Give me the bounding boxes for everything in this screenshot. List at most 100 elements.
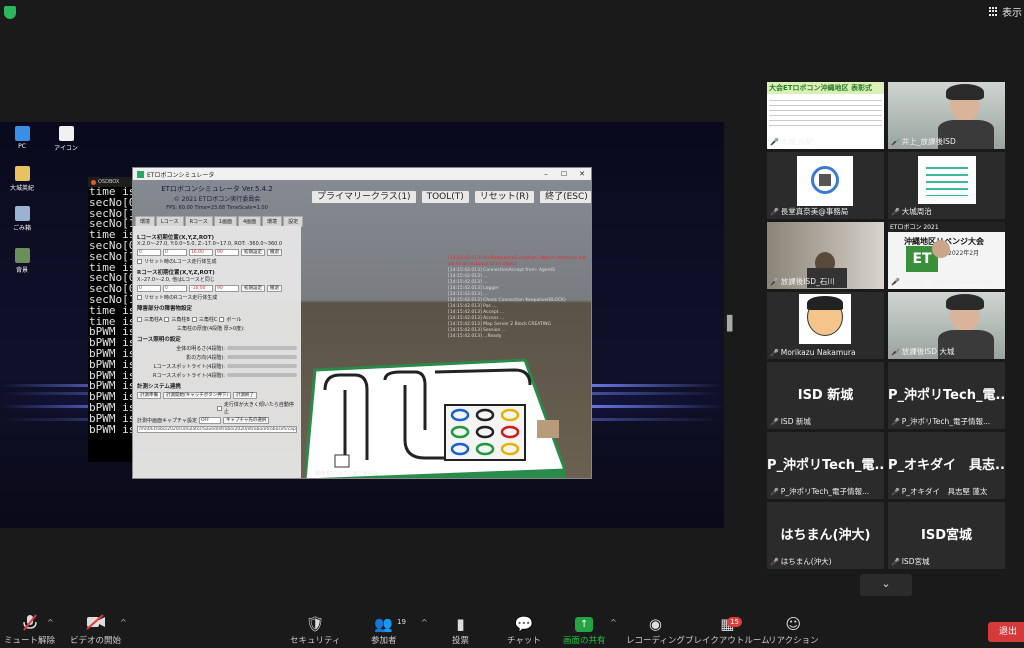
resize-handle-icon[interactable]: ▌ — [727, 316, 738, 332]
tool-button[interactable]: TOOL(T) — [420, 190, 470, 204]
breakout-count-badge: 15 — [727, 617, 742, 627]
measure-start-button[interactable]: 計測開始(キャッチボタン押下) — [163, 392, 232, 399]
participant-display-name: P_オキダイ 具志... — [888, 458, 1005, 473]
participant-name-tag: 🎤̸ はちまん(沖大) — [770, 556, 881, 567]
l-y-field[interactable]: 0 — [163, 249, 187, 256]
image-icon — [14, 248, 30, 263]
brightness-label: 全体の明るさ(4段階): — [176, 346, 225, 352]
audio-options-caret-icon[interactable]: ^ — [47, 618, 54, 627]
minimize-icon[interactable]: – — [537, 168, 555, 180]
top-bar: 表示 — [0, 0, 1024, 26]
participant-tile[interactable]: P_沖ポリTech_電... 🎤̸ P_沖ポリTech_電子情報... — [888, 362, 1005, 429]
desktop-icon-label: ごみ箱 — [12, 225, 31, 232]
l-z-field[interactable]: 16.00 — [189, 249, 213, 256]
security-button[interactable]: 🛡 セキュリティ — [290, 614, 341, 646]
r-z-field[interactable]: -16.00 — [189, 285, 213, 292]
l-x-field[interactable]: 0 — [137, 249, 161, 256]
participant-name: 井上_放課後ISD — [901, 137, 956, 146]
participant-tile[interactable]: P_沖ポリTech_電... 🎤̸ P_沖ポリTech_電子情報... — [767, 432, 884, 499]
l-initial-button[interactable]: 初期設定 — [241, 249, 265, 256]
participant-tile[interactable]: 🎤̸ 放課後ISD 大城 — [888, 292, 1005, 359]
record-button[interactable]: ◉ レコーディング — [626, 614, 685, 646]
meeting-toolbar: ミュート解除 ^ ビデオの開始 ^ 🛡 セキュリティ 👥 参加者 19 ^ ▮ … — [0, 612, 1024, 648]
participant-tile[interactable]: P_オキダイ 具志... 🎤̸ P_オキダイ 具志堅 蓮太 — [888, 432, 1005, 499]
auto-stop-checkbox[interactable]: 走行体が大きく傾いたら自動停止 — [137, 401, 297, 415]
exit-button[interactable]: 終了(ESC) — [539, 190, 591, 204]
obstacle-b-checkbox[interactable]: 三角柱B — [164, 316, 190, 323]
view-button[interactable]: 表示 — [989, 4, 1022, 19]
simulator-fps: FPS: 60.00 Time=23.68 TimeScale=1.00 — [166, 205, 268, 211]
share-arrow-icon: ↑ — [575, 617, 594, 632]
simulator-3d-view[interactable]: ETロボコンシミュレータ Ver.5.4.2 © 2021 ETロボコン実行委員… — [133, 180, 591, 478]
lighting-section-title: コース照明の設定 — [137, 337, 181, 343]
measure-prepare-button[interactable]: 計測準備 — [137, 392, 161, 399]
simulator-window[interactable]: ETロボコンシミュレータ – ☐ ✕ ETロボコンシミュレータ Ver.5.4.… — [132, 167, 592, 479]
participant-tile[interactable]: はちまん(沖大) 🎤̸ はちまん(沖大) — [767, 502, 884, 569]
participants-button[interactable]: 👥 参加者 — [371, 614, 397, 646]
chat-button[interactable]: 💬 チャット — [507, 614, 541, 646]
measure-end-button[interactable]: 計測終了 — [233, 392, 258, 399]
l-remove-button[interactable]: 撤退 — [267, 249, 282, 256]
terminal-app-icon — [91, 179, 96, 185]
security-shield-icon[interactable] — [4, 6, 16, 19]
participant-name-tag: 🎤 Morikazu Nakamura — [770, 348, 881, 357]
share-caret-icon[interactable]: ^ — [610, 618, 617, 627]
polls-button[interactable]: ▮ 投票 — [452, 614, 469, 646]
gallery-expand-button[interactable]: ⌄ — [860, 574, 912, 596]
shadow-slider[interactable] — [227, 355, 297, 359]
record-icon: ◉ — [648, 615, 662, 633]
capture-label: 計測中画面キャプチャ設定 — [137, 418, 197, 424]
capture-mode-select[interactable]: OFF — [198, 417, 221, 424]
participant-avatar — [799, 294, 851, 344]
desktop-icon-recycle[interactable]: ごみ箱 — [4, 206, 40, 232]
reactions-button[interactable]: ☺ リアクション — [768, 614, 819, 646]
start-video-button[interactable]: ビデオの開始 — [70, 614, 121, 646]
record-label: レコーディング — [626, 636, 685, 646]
desktop-icon-pc[interactable]: PC — [4, 126, 40, 150]
desktop-icon-user[interactable]: 大城英紀 — [4, 166, 40, 192]
desktop-icon-folder[interactable]: アイコン — [48, 126, 84, 152]
participant-tile[interactable]: 🎤̸ 長堂真奈美@事務局 — [767, 152, 884, 219]
r-rot-field[interactable]: 90 — [215, 285, 239, 292]
primary-class-button[interactable]: プライマリークラス(1) — [311, 190, 417, 204]
desktop-icon-wallpaper[interactable]: 背景 — [4, 248, 40, 274]
maximize-icon[interactable]: ☐ — [555, 168, 573, 180]
r-x-field[interactable]: 0 — [137, 285, 161, 292]
capture-folder-button[interactable]: キャプチャ先の選択 — [222, 417, 270, 424]
bar-chart-icon: ▮ — [456, 615, 465, 633]
obstacle-c-checkbox[interactable]: 三角柱C — [191, 316, 217, 323]
participant-tile[interactable]: 🎤̸ 大城周治 — [888, 152, 1005, 219]
capture-path-field[interactable]: /mnt/Etrobo/2020/simulator/Saved/etrobo/… — [137, 426, 297, 433]
shield-icon: 🛡 — [305, 615, 325, 633]
participant-tile[interactable]: 🎤 井上_放課後ISD — [888, 82, 1005, 149]
microphone-icon: 🎤 — [770, 277, 779, 286]
close-icon[interactable]: ✕ — [573, 168, 591, 180]
l-spotlight-slider[interactable] — [227, 364, 297, 368]
participant-tile[interactable]: 🎤 Morikazu Nakamura — [767, 292, 884, 359]
obstacle-section-title: 障害部分の障害物設定 — [137, 306, 193, 312]
r-course-fields: 0 0 -16.00 90 初期設定 撤退 — [137, 285, 297, 292]
ball-checkbox[interactable]: ボール — [219, 316, 241, 323]
r-spotlight-slider[interactable] — [227, 373, 297, 377]
l-reset-checkbox[interactable]: リセット時のLコース走行体生成 — [137, 258, 297, 265]
participant-tile[interactable]: 大会ETロボコン沖縄地区 表彰式 🎤 大城 尚紀 — [767, 82, 884, 149]
obstacle-a-checkbox[interactable]: 三角柱A — [137, 316, 162, 323]
shared-slide-thumbnail — [918, 156, 976, 204]
participant-tile[interactable]: ISD宮城 🎤̸ ISD宮城 — [888, 502, 1005, 569]
participant-tile[interactable]: ISD 新城 🎤̸ ISD 新城 — [767, 362, 884, 429]
share-screen-button[interactable]: ↑ 画面の共有 — [563, 614, 606, 646]
participant-tile[interactable]: 🎤 放課後ISD_石川 — [767, 222, 884, 289]
leave-button[interactable]: 退出 — [988, 622, 1024, 642]
brightness-slider[interactable] — [227, 346, 297, 350]
r-remove-button[interactable]: 撤退 — [267, 285, 282, 292]
l-rot-field[interactable]: 90 — [215, 249, 239, 256]
obstacle-label: ボール — [226, 317, 242, 323]
participant-tile[interactable]: ETロボコン 2021沖縄地区リベンジ大会2022年2月ET🎤̸板良敷 朝計（I… — [888, 222, 1005, 289]
r-reset-checkbox[interactable]: リセット時のRコース走行体生成 — [137, 294, 297, 301]
video-options-caret-icon[interactable]: ^ — [120, 618, 127, 627]
r-y-field[interactable]: 0 — [163, 285, 187, 292]
participants-caret-icon[interactable]: ^ — [421, 618, 428, 627]
r-initial-button[interactable]: 初期設定 — [241, 285, 265, 292]
reset-button[interactable]: リセット(R) — [473, 190, 536, 204]
l-course-range: X:2.0~-27.0, Y:0.0~5.0, Z:-17.0~17.0, RO… — [137, 241, 283, 247]
